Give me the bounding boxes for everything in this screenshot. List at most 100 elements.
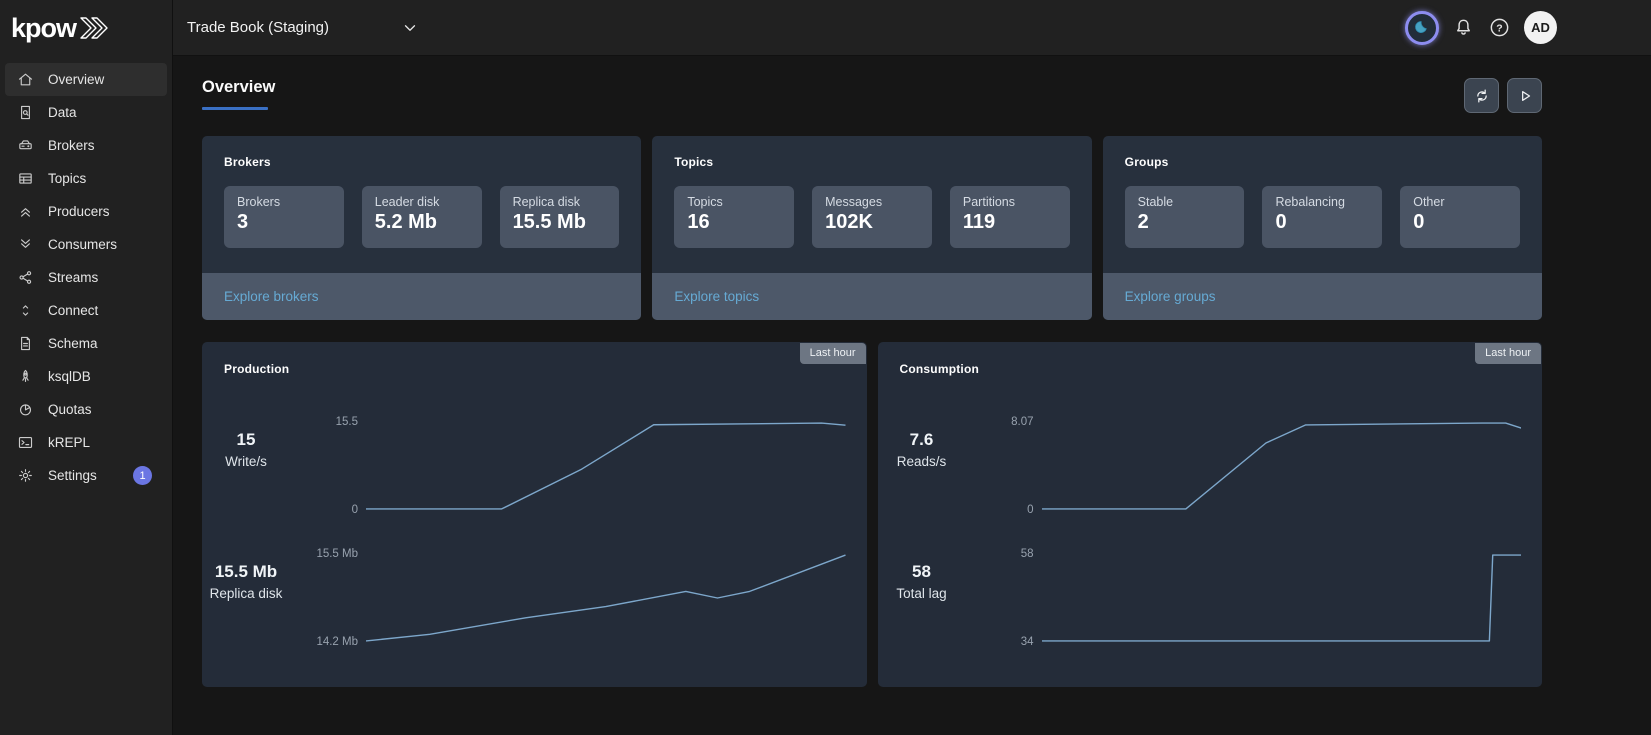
y-axis-min-label: 34 (1021, 636, 1034, 648)
y-axis-min-label: 0 (352, 504, 358, 516)
summary-cards-row: Brokers Brokers 3 Leader disk 5.2 Mb Rep… (202, 136, 1542, 320)
chart-stat-value: 58 (878, 562, 966, 582)
environment-selector[interactable]: Trade Book (Staging) (187, 19, 419, 37)
sidebar-item-streams[interactable]: Streams (5, 261, 167, 294)
share-icon (17, 269, 34, 286)
sidebar: kpow Overview Data Brokers (0, 0, 173, 735)
document-icon (17, 335, 34, 352)
terminal-icon (17, 434, 34, 451)
refresh-button[interactable] (1464, 78, 1499, 113)
explore-groups-link[interactable]: Explore groups (1125, 289, 1216, 304)
rocket-icon (17, 368, 34, 385)
chevron-down-icon (401, 19, 419, 37)
sidebar-item-label: Data (48, 105, 77, 120)
home-icon (17, 71, 34, 88)
sidebar-item-brokers[interactable]: Brokers (5, 129, 167, 162)
explore-brokers-link[interactable]: Explore brokers (224, 289, 319, 304)
card-footer: Explore brokers (202, 273, 641, 320)
stat-tile-topics: Topics 16 (674, 186, 794, 248)
card-title: Groups (1125, 155, 1520, 169)
sidebar-item-schema[interactable]: Schema (5, 327, 167, 360)
sidebar-item-label: Settings (48, 468, 97, 483)
sidebar-item-ksqldb[interactable]: ksqlDB (5, 360, 167, 393)
environment-label: Trade Book (Staging) (187, 19, 329, 36)
explore-topics-link[interactable]: Explore topics (674, 289, 759, 304)
chart-stat-label: Replica disk (202, 586, 290, 601)
sidebar-nav: Overview Data Brokers Topics Producers (0, 56, 172, 492)
svg-text:?: ? (1496, 22, 1502, 34)
sidebar-item-data[interactable]: Data (5, 96, 167, 129)
stat-value: 2 (1138, 211, 1232, 234)
page-title-underline (202, 107, 268, 110)
stat-label: Replica disk (513, 195, 607, 209)
brand-logo[interactable]: kpow (0, 0, 172, 56)
y-axis-min-label: 14.2 Mb (316, 636, 358, 648)
stat-tile-partitions: Partitions 119 (950, 186, 1070, 248)
sidebar-item-topics[interactable]: Topics (5, 162, 167, 195)
chart-stat-value: 15.5 Mb (202, 562, 290, 582)
stat-value: 3 (237, 211, 331, 234)
stat-value: 16 (687, 211, 781, 234)
sidebar-item-consumers[interactable]: Consumers (5, 228, 167, 261)
topbar: Trade Book (Staging) ? AD (173, 0, 1651, 56)
stat-tile-rebalancing: Rebalancing 0 (1262, 186, 1382, 248)
stat-label: Brokers (237, 195, 331, 209)
brokers-card: Brokers Brokers 3 Leader disk 5.2 Mb Rep… (202, 136, 641, 320)
sidebar-item-settings[interactable]: Settings 1 (5, 459, 167, 492)
stat-label: Leader disk (375, 195, 469, 209)
gear-icon (17, 467, 34, 484)
stat-label: Stable (1138, 195, 1232, 209)
stat-label: Other (1413, 195, 1507, 209)
stat-tile-stable: Stable 2 (1125, 186, 1245, 248)
chevrons-down-icon (17, 236, 34, 253)
sidebar-item-label: Connect (48, 303, 98, 318)
notifications-button[interactable] (1452, 16, 1475, 39)
card-footer: Explore groups (1103, 273, 1542, 320)
avatar[interactable]: AD (1524, 11, 1557, 44)
stat-value: 15.5 Mb (513, 211, 607, 234)
document-search-icon (17, 104, 34, 121)
sidebar-item-quotas[interactable]: Quotas (5, 393, 167, 426)
stat-value: 119 (963, 211, 1057, 234)
stat-label: Rebalancing (1275, 195, 1369, 209)
page-header: Overview (202, 78, 1542, 113)
y-axis-min-label: 0 (1027, 504, 1033, 516)
main-content: Overview Brokers (174, 57, 1651, 735)
sidebar-item-label: Topics (48, 171, 86, 186)
y-axis-max-label: 15.5 (336, 416, 358, 428)
double-chevron-icon (79, 15, 112, 41)
production-chart-card: Last hour Production 15 Write/s 15.5 0 (202, 342, 867, 687)
pie-icon (17, 401, 34, 418)
chart-stat-value: 15 (202, 430, 290, 450)
card-footer: Explore topics (652, 273, 1091, 320)
sidebar-item-label: Schema (48, 336, 98, 351)
stat-tile-brokers: Brokers 3 (224, 186, 344, 248)
sidebar-item-overview[interactable]: Overview (5, 63, 167, 96)
write-rate-chart-row: 15 Write/s 15.5 0 (202, 420, 867, 512)
play-button[interactable] (1507, 78, 1542, 113)
charts-row: Last hour Production 15 Write/s 15.5 0 (202, 342, 1542, 687)
sidebar-item-krepl[interactable]: kREPL (5, 426, 167, 459)
up-down-icon (17, 302, 34, 319)
stat-label: Topics (687, 195, 781, 209)
sidebar-item-label: ksqlDB (48, 369, 91, 384)
topbar-controls: ? AD (1405, 11, 1557, 45)
help-button[interactable]: ? (1488, 16, 1511, 39)
y-axis-max-label: 8.07 (1011, 416, 1033, 428)
total-lag-chart-row: 58 Total lag 58 34 (878, 552, 1543, 644)
theme-toggle-button[interactable] (1405, 11, 1439, 45)
chart-stat-label: Write/s (202, 454, 290, 469)
chevrons-up-icon (17, 203, 34, 220)
sidebar-item-connect[interactable]: Connect (5, 294, 167, 327)
y-axis-max-label: 58 (1021, 548, 1034, 560)
sidebar-item-label: Consumers (48, 237, 117, 252)
brand-name: kpow (11, 13, 76, 44)
sidebar-item-label: Quotas (48, 402, 92, 417)
read-rate-chart-row: 7.6 Reads/s 8.07 0 (878, 420, 1543, 512)
chart-card-title: Consumption (878, 362, 1543, 376)
stat-label: Messages (825, 195, 919, 209)
sidebar-item-producers[interactable]: Producers (5, 195, 167, 228)
stat-tile-other: Other 0 (1400, 186, 1520, 248)
replica-disk-line-chart (366, 552, 846, 644)
stat-tile-replica-disk: Replica disk 15.5 Mb (500, 186, 620, 248)
